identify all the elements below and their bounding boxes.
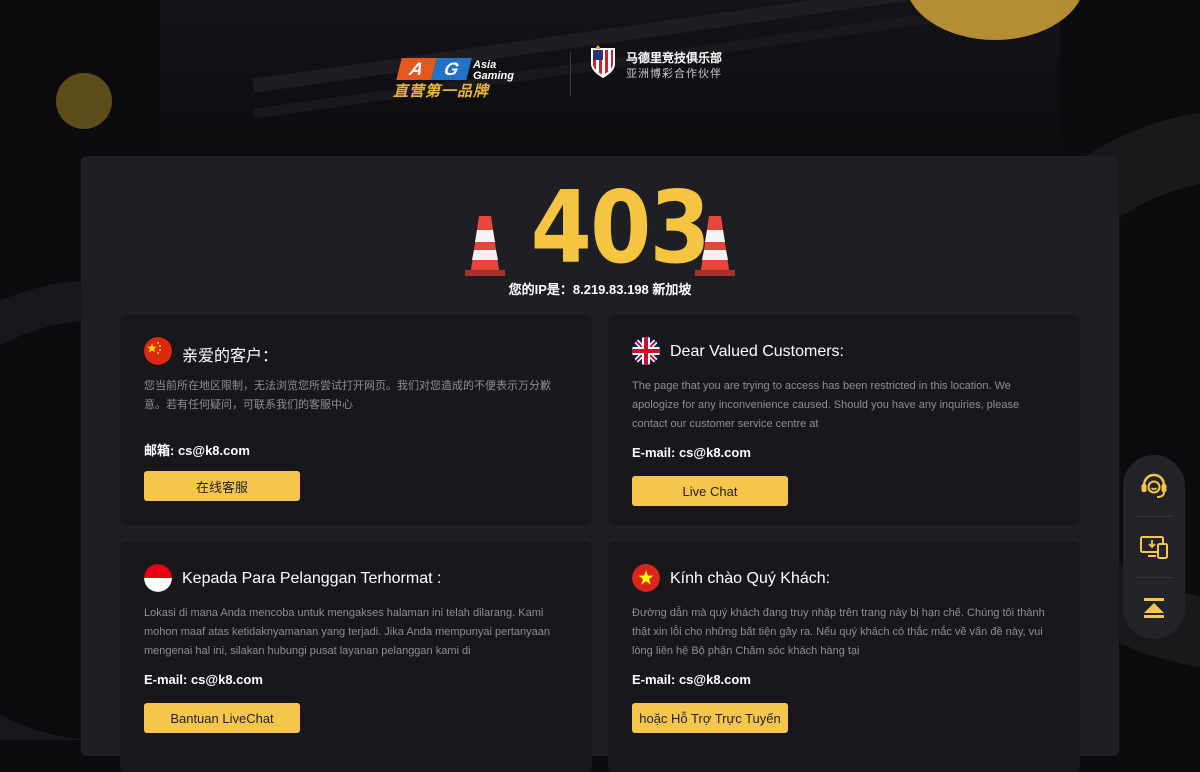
floating-sidebar: [1123, 455, 1185, 639]
ag-slogan: 直营第一品牌: [393, 83, 490, 100]
live-chat-button-vn[interactable]: hoặc Hỗ Trợ Trực Tuyến: [632, 703, 788, 733]
back-to-top-button[interactable]: [1136, 590, 1172, 626]
header: A G Asia Gaming 直营第一品牌 马德里竞技俱乐部 亚洲博彩合作伙伴: [0, 0, 1200, 150]
app-download-button[interactable]: [1136, 529, 1172, 565]
card-description: Lokasi di mana Anda mencoba untuk mengak…: [144, 607, 551, 657]
notice-card-en: Dear Valued Customers: The page that you…: [608, 315, 1080, 525]
notice-card-vn: Kính chào Quý Khách: Đường dẫn mà quý kh…: [608, 542, 1080, 772]
club-title: 马德里竞技俱乐部: [626, 51, 723, 65]
card-title: Kính chào Quý Khách:: [670, 570, 831, 587]
error-code-block: 403: [81, 176, 1119, 280]
sidebar-divider: [1135, 577, 1173, 578]
indonesia-flag-icon: [144, 564, 172, 592]
traffic-cone-icon: [695, 216, 735, 276]
club-subtitle: 亚洲博彩合作伙伴: [626, 68, 722, 80]
card-email: E-mail: cs@k8.com: [632, 672, 751, 687]
card-description: Đường dẫn mà quý khách đang truy nhập tr…: [632, 607, 1045, 657]
traffic-cone-icon: [465, 216, 505, 276]
card-title: 亲爱的客户：: [182, 348, 279, 365]
live-chat-button-en[interactable]: Live Chat: [632, 476, 788, 506]
ip-info: 您的IP是：8.219.83.198 新加坡: [508, 282, 692, 297]
uk-flag-icon: [632, 337, 660, 365]
header-divider: [570, 52, 571, 96]
card-description: 您当前所在地区限制，无法浏览您所尝试打开网页。我们对您造成的不便表示万分歉意。若…: [144, 380, 551, 411]
club-logo[interactable]: 马德里竞技俱乐部 亚洲博彩合作伙伴: [588, 44, 748, 84]
main-panel: 403 您的IP是：8.219.83.198 新加坡 亲爱的客户： 您当前所在地…: [81, 156, 1119, 772]
card-email: 邮箱: cs@k8.com: [144, 443, 250, 458]
ag-badge: A G: [396, 58, 472, 80]
error-code: 403: [530, 169, 711, 286]
atletico-crest-icon: [591, 45, 615, 78]
card-title: Kepada Para Pelanggan Terhormat :: [182, 570, 442, 587]
ag-logo[interactable]: A G Asia Gaming 直营第一品牌: [393, 58, 538, 100]
ag-brand-text: Asia Gaming: [473, 60, 514, 82]
card-title: Dear Valued Customers:: [670, 343, 844, 360]
app-download-icon: [1140, 536, 1168, 559]
notice-card-cn: 亲爱的客户： 您当前所在地区限制，无法浏览您所尝试打开网页。我们对您造成的不便表…: [120, 315, 592, 525]
card-email: E-mail: cs@k8.com: [144, 672, 263, 687]
ag-badge-a: A: [396, 58, 437, 80]
card-email: E-mail: cs@k8.com: [632, 445, 751, 460]
ag-badge-g: G: [431, 58, 472, 80]
customer-service-icon: [1141, 473, 1167, 498]
vietnam-flag-icon: [632, 564, 660, 592]
live-chat-button-cn[interactable]: 在线客服: [144, 471, 300, 501]
card-description: The page that you are trying to access h…: [632, 380, 1020, 430]
live-chat-button-id[interactable]: Bantuan LiveChat: [144, 703, 300, 733]
sidebar-divider: [1135, 516, 1173, 517]
china-flag-icon: [144, 337, 172, 365]
customer-service-button[interactable]: [1136, 468, 1172, 504]
back-to-top-icon: [1144, 598, 1164, 618]
notice-card-id: Kepada Para Pelanggan Terhormat : Lokasi…: [120, 542, 592, 772]
